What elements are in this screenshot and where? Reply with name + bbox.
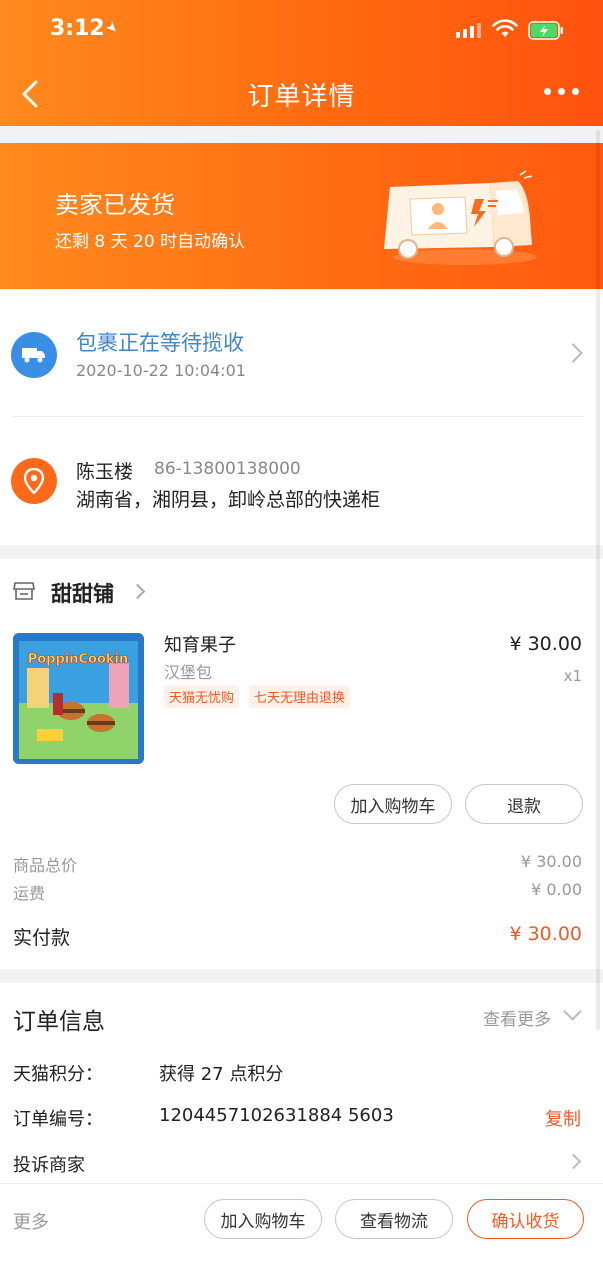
chevron-right-icon	[563, 343, 583, 363]
more-options-icon[interactable]	[544, 88, 579, 95]
location-arrow-icon: ➤	[102, 18, 122, 38]
order-info-card: 订单信息 查看更多 天猫积分： 获得 27 点积分 订单编号： 12044571…	[0, 983, 603, 1183]
status-bar: 3:12 ➤	[0, 0, 603, 60]
points-label: 天猫积分：	[13, 1064, 103, 1085]
order-number-label: 订单编号：	[13, 1109, 103, 1130]
address-line: 湖南省，湘阴县，卸岭总部的快递柜	[76, 489, 381, 511]
logistics-status-row[interactable]: 包裹正在等待揽收 2020-10-22 10:04:01	[0, 289, 603, 417]
order-number-value: 1204457102631884 5603	[159, 1105, 394, 1126]
service-tags: 天猫无忧购 七天无理由退换	[164, 685, 351, 708]
confirm-receipt-button[interactable]: 确认收货	[467, 1199, 584, 1239]
chevron-down-icon[interactable]	[563, 1002, 582, 1021]
truck-icon	[11, 332, 57, 378]
shipment-status-banner: 卖家已发货 还剩 8 天 20 时自动确认	[0, 143, 603, 289]
recipient-phone: 86-13800138000	[154, 459, 301, 479]
product-image[interactable]: PoppinCookin	[13, 633, 144, 764]
add-to-cart-button[interactable]: 加入购物车	[334, 784, 452, 824]
product-price: ¥ 30.00	[509, 633, 582, 655]
status-time: 3:12	[50, 16, 105, 41]
points-value: 获得 27 点积分	[159, 1064, 284, 1085]
shop-order-card: 甜甜铺 PoppinCookin 知育果子 汉堡包 天猫无忧购 七天无理由退换 …	[0, 559, 603, 969]
service-tag: 七天无理由退换	[249, 685, 351, 708]
refund-button[interactable]: 退款	[465, 784, 583, 824]
store-icon	[13, 582, 35, 600]
add-to-cart-button[interactable]: 加入购物车	[204, 1199, 322, 1239]
shop-name[interactable]: 甜甜铺	[51, 578, 114, 608]
shipping-address: 陈玉楼 86-13800138000 湖南省，湘阴县，卸岭总部的快递柜	[0, 417, 603, 545]
header: 3:12 ➤ 订单详情	[0, 0, 603, 126]
service-tag: 天猫无忧购	[164, 685, 240, 708]
shipment-status-title: 卖家已发货	[55, 191, 175, 219]
chevron-right-icon	[565, 1153, 582, 1170]
cellular-signal-icon	[456, 22, 481, 38]
nav-bar: 订单详情	[0, 64, 603, 122]
auto-confirm-countdown: 还剩 8 天 20 时自动确认	[55, 232, 246, 252]
copy-order-number-button[interactable]: 复制	[545, 1105, 581, 1131]
svg-text:PoppinCookin: PoppinCookin	[28, 652, 129, 667]
wifi-icon	[492, 19, 518, 37]
view-more-link[interactable]: 查看更多	[483, 1005, 551, 1030]
complain-seller-link[interactable]: 投诉商家	[13, 1151, 85, 1177]
amount-paid-label: 实付款	[13, 927, 71, 949]
chevron-right-icon	[129, 583, 146, 600]
product-quantity: x1	[563, 667, 582, 685]
logistics-status-text: 包裹正在等待揽收	[76, 331, 244, 355]
view-logistics-button[interactable]: 查看物流	[335, 1199, 453, 1239]
goods-total-value: ¥ 30.00	[520, 852, 582, 871]
scrollbar[interactable]	[596, 130, 600, 1030]
shipping-fee-value: ¥ 0.00	[531, 880, 582, 899]
bottom-action-bar: 更多 加入购物车 查看物流 确认收货	[0, 1183, 603, 1280]
delivery-truck-illustration	[384, 170, 537, 265]
more-actions-button[interactable]: 更多	[13, 1208, 49, 1234]
shipping-fee-label: 运费	[13, 884, 46, 903]
page-title: 订单详情	[247, 82, 356, 112]
battery-charging-icon	[528, 21, 563, 40]
recipient-name: 陈玉楼	[76, 461, 134, 483]
logistics-timestamp: 2020-10-22 10:04:01	[76, 361, 246, 380]
location-pin-icon	[11, 458, 57, 504]
goods-total-label: 商品总价	[13, 856, 78, 875]
product-spec: 汉堡包	[164, 663, 213, 682]
amount-paid-value: ¥ 30.00	[509, 923, 582, 945]
order-info-title: 订单信息	[13, 1009, 105, 1035]
product-name[interactable]: 知育果子	[164, 631, 236, 657]
